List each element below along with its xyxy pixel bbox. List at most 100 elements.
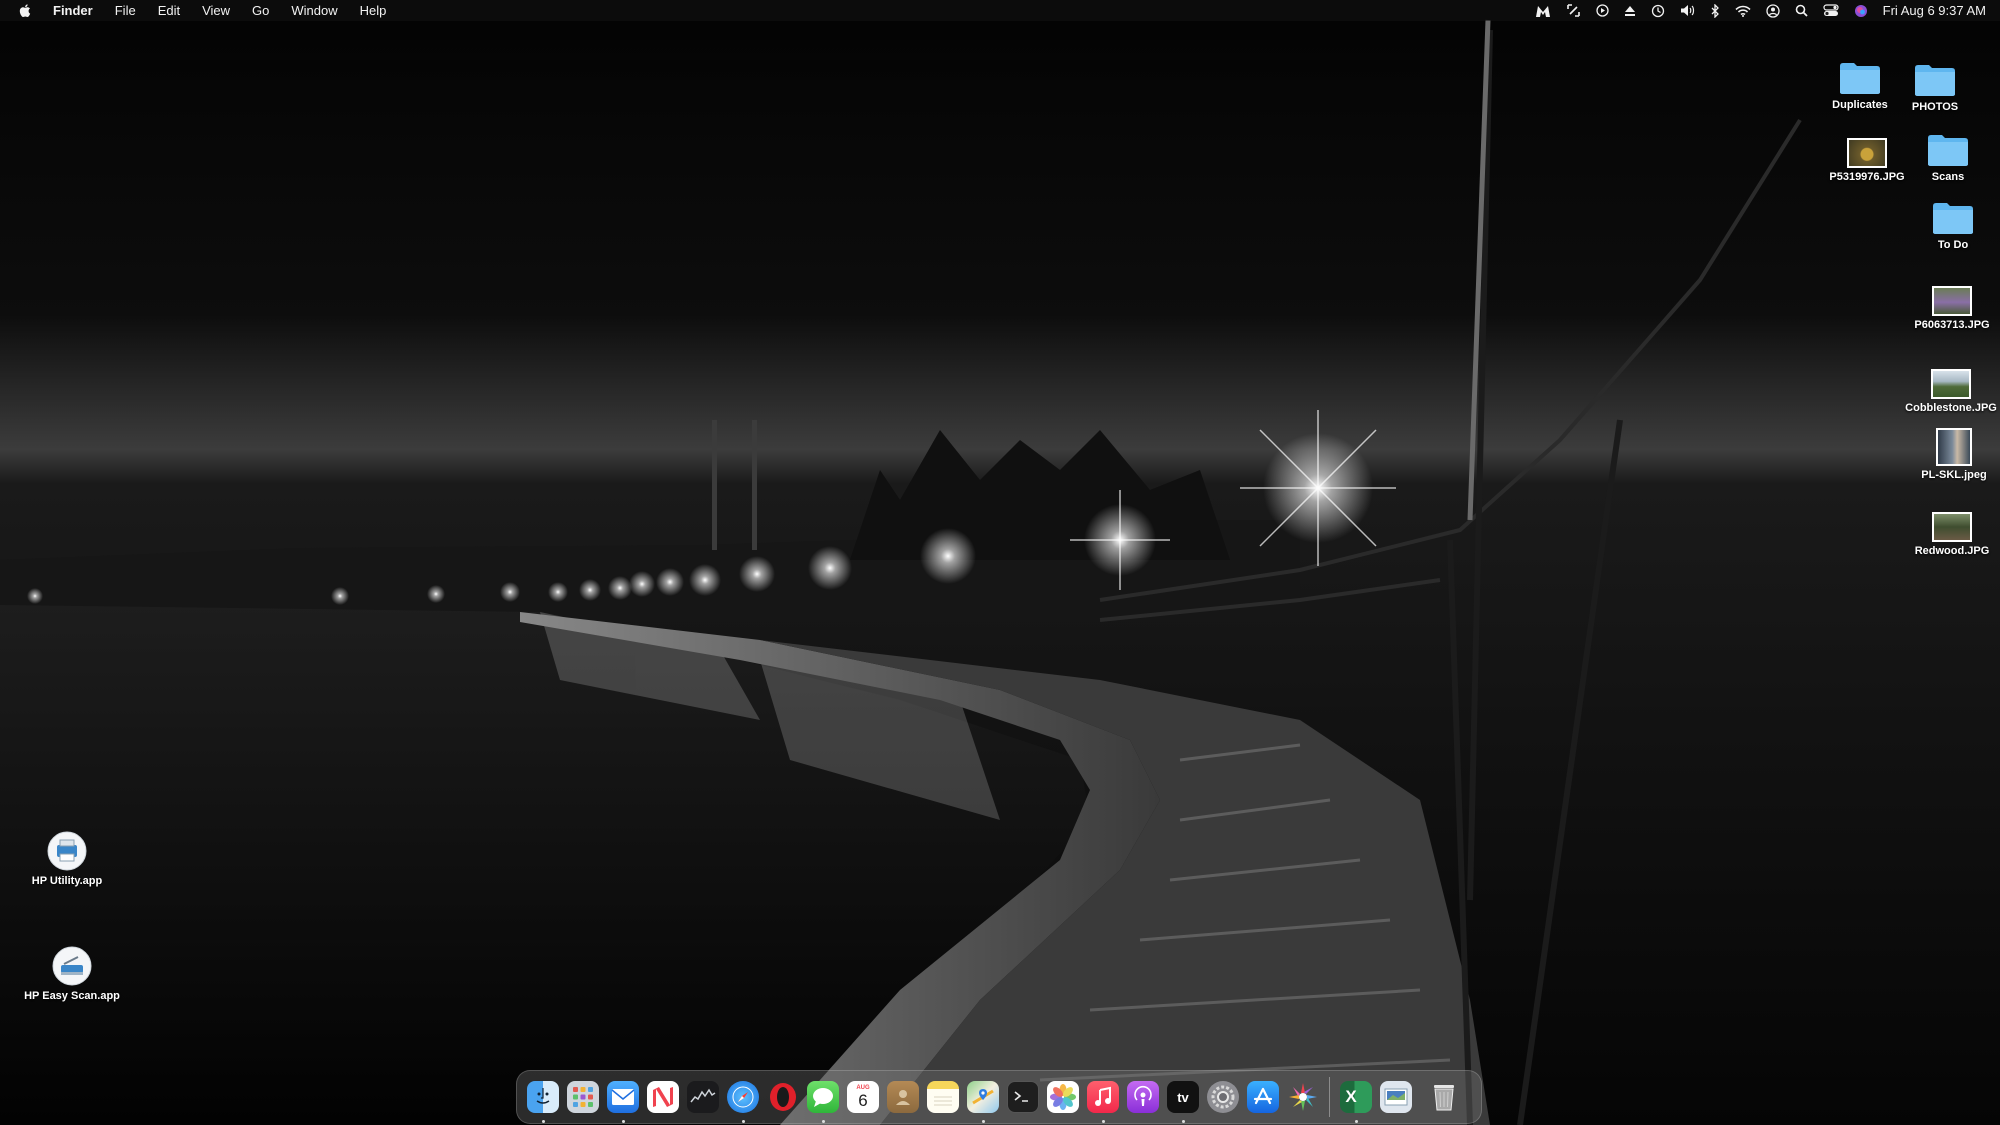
bluetooth-icon[interactable] bbox=[1711, 3, 1720, 18]
desktop-item-photos[interactable]: PHOTOS bbox=[1887, 52, 1983, 113]
photos-icon bbox=[1047, 1081, 1079, 1113]
desktop-item-label: To Do bbox=[1937, 239, 1969, 251]
stocks-icon bbox=[687, 1081, 719, 1113]
desktop-item-label: HP Easy Scan.app bbox=[24, 990, 120, 1002]
dock-item-calendar[interactable]: AUG 6 bbox=[843, 1070, 883, 1124]
dock-item-apple-tv[interactable]: tv bbox=[1163, 1070, 1203, 1124]
dock-item-launchpad[interactable] bbox=[563, 1070, 603, 1124]
image-thumbnail-icon bbox=[1932, 512, 1972, 542]
image-thumbnail-icon bbox=[1932, 286, 1972, 316]
menu-go[interactable]: Go bbox=[252, 3, 269, 18]
desktop-item-hp-utility[interactable]: HP Utility.app bbox=[19, 826, 115, 887]
maps-icon bbox=[967, 1081, 999, 1113]
siri-icon[interactable] bbox=[1854, 4, 1868, 18]
dock-item-music[interactable] bbox=[1083, 1070, 1123, 1124]
screenshot-icon[interactable] bbox=[1566, 3, 1581, 18]
dock-item-terminal[interactable] bbox=[1003, 1070, 1043, 1124]
dock-item-news[interactable] bbox=[643, 1070, 683, 1124]
excel-icon: X bbox=[1340, 1081, 1372, 1113]
apple-tv-icon: tv bbox=[1167, 1081, 1199, 1113]
running-indicator bbox=[541, 1120, 545, 1123]
hp-easy-scan-icon bbox=[52, 946, 92, 986]
dock-item-opera[interactable] bbox=[763, 1070, 803, 1124]
photo-app-icon bbox=[1287, 1081, 1319, 1113]
launchpad-icon bbox=[567, 1081, 599, 1113]
dock-item-app-store[interactable] bbox=[1243, 1070, 1283, 1124]
opera-icon bbox=[767, 1081, 799, 1113]
desktop-item-label: Scans bbox=[1931, 171, 1965, 183]
dock-item-system-preferences[interactable] bbox=[1203, 1070, 1243, 1124]
dock-item-photos[interactable] bbox=[1043, 1070, 1083, 1124]
dock-item-contacts[interactable] bbox=[883, 1070, 923, 1124]
dock-item-trash[interactable] bbox=[1424, 1070, 1464, 1124]
dock-item-finder[interactable] bbox=[523, 1070, 563, 1124]
dock-item-preview[interactable] bbox=[1376, 1070, 1416, 1124]
apple-logo-icon[interactable] bbox=[18, 3, 31, 18]
folder-icon bbox=[1933, 203, 1973, 234]
eject-icon[interactable] bbox=[1624, 5, 1636, 17]
preview-icon bbox=[1380, 1081, 1412, 1113]
image-thumbnail-icon bbox=[1931, 369, 1971, 399]
desktop-item-redwood[interactable]: Redwood.JPG bbox=[1904, 496, 2000, 557]
volume-icon[interactable] bbox=[1680, 4, 1696, 17]
running-indicator bbox=[981, 1120, 985, 1123]
desktop-item-label: PHOTOS bbox=[1911, 101, 1959, 113]
malwarebytes-icon[interactable] bbox=[1535, 4, 1551, 18]
running-indicator bbox=[621, 1120, 625, 1123]
finder-icon bbox=[527, 1081, 559, 1113]
running-indicator bbox=[741, 1120, 745, 1123]
image-thumbnail-icon bbox=[1847, 138, 1887, 168]
hp-utility-icon bbox=[47, 831, 87, 871]
folder-icon bbox=[1928, 135, 1968, 166]
desktop-item-p6063713[interactable]: P6063713.JPG bbox=[1904, 270, 2000, 331]
menu-help[interactable]: Help bbox=[360, 3, 387, 18]
time-machine-icon[interactable] bbox=[1651, 4, 1665, 18]
play-icon[interactable] bbox=[1596, 4, 1609, 17]
running-indicator bbox=[821, 1120, 825, 1123]
desktop-item-pl-skl[interactable]: PL-SKL.jpeg bbox=[1906, 420, 2000, 481]
contacts-icon bbox=[887, 1081, 919, 1113]
safari-icon bbox=[727, 1081, 759, 1113]
menu-view[interactable]: View bbox=[202, 3, 230, 18]
search-icon[interactable] bbox=[1795, 4, 1808, 17]
calendar-icon: AUG 6 bbox=[847, 1081, 879, 1113]
desktop-item-hp-easy-scan[interactable]: HP Easy Scan.app bbox=[24, 941, 120, 1002]
news-icon bbox=[647, 1081, 679, 1113]
app-store-icon bbox=[1247, 1081, 1279, 1113]
messages-icon bbox=[807, 1081, 839, 1113]
desktop-item-scans[interactable]: Scans bbox=[1900, 122, 1996, 183]
dock-item-photo-app[interactable] bbox=[1283, 1070, 1323, 1124]
mail-icon bbox=[607, 1081, 639, 1113]
menu-edit[interactable]: Edit bbox=[158, 3, 180, 18]
dock-separator bbox=[1329, 1077, 1330, 1117]
terminal-icon bbox=[1007, 1081, 1039, 1113]
wifi-icon[interactable] bbox=[1735, 5, 1751, 17]
menu-bar: Finder File Edit View Go Window Help Fri… bbox=[0, 0, 2000, 21]
desktop-item-label: P6063713.JPG bbox=[1914, 319, 1990, 331]
dock: AUG 6 tv X bbox=[516, 1070, 1482, 1124]
dock-item-messages[interactable] bbox=[803, 1070, 843, 1124]
dock-item-podcasts[interactable] bbox=[1123, 1070, 1163, 1124]
dock-item-stocks[interactable] bbox=[683, 1070, 723, 1124]
desktop-item-to-do[interactable]: To Do bbox=[1905, 190, 2000, 251]
folder-icon bbox=[1915, 65, 1955, 96]
menu-app-name[interactable]: Finder bbox=[53, 3, 93, 18]
music-icon bbox=[1087, 1081, 1119, 1113]
dock-item-notes[interactable] bbox=[923, 1070, 963, 1124]
trash-icon bbox=[1428, 1081, 1460, 1113]
running-indicator bbox=[1354, 1120, 1358, 1123]
dock-item-safari[interactable] bbox=[723, 1070, 763, 1124]
menubar-clock[interactable]: Fri Aug 6 9:37 AM bbox=[1883, 3, 1986, 18]
control-center-icon[interactable] bbox=[1823, 4, 1839, 17]
menu-file[interactable]: File bbox=[115, 3, 136, 18]
desktop-wallpaper bbox=[0, 0, 2000, 1125]
dock-item-mail[interactable] bbox=[603, 1070, 643, 1124]
menu-window[interactable]: Window bbox=[291, 3, 337, 18]
excel-label: X bbox=[1345, 1087, 1357, 1106]
user-icon[interactable] bbox=[1766, 3, 1780, 18]
desktop-item-cobblestone[interactable]: Cobblestone.JPG bbox=[1903, 353, 1999, 414]
dock-item-maps[interactable] bbox=[963, 1070, 1003, 1124]
running-indicator bbox=[1101, 1120, 1105, 1123]
dock-item-excel[interactable]: X bbox=[1336, 1070, 1376, 1124]
running-indicator bbox=[1181, 1120, 1185, 1123]
